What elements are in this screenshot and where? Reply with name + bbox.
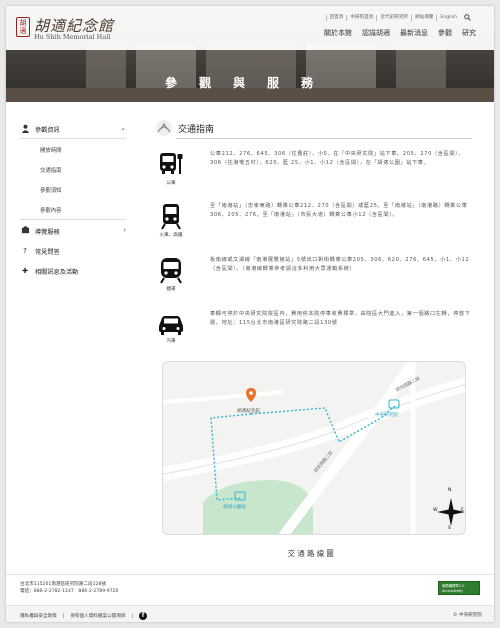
route-map[interactable]: 胡適紀念館 中央研究院 胡適公園站 研究院路二段 研究院路二段 N S W E <box>162 361 466 535</box>
sidebar: 參觀資訊 ⌄ 開放時間 交通指南 參觀須知 參觀內容 導覽服務 › ? 常見問答… <box>6 102 136 574</box>
transport-description: 至「南港站」（忠孝東路）轉乘公車212、270（含區間）或藍25。至「南港站」（… <box>210 203 468 218</box>
train-icon <box>161 204 181 230</box>
sidebar-section-guide[interactable]: 導覽服務 › <box>20 224 126 238</box>
footer-link-privacy[interactable]: 隱私權與安全政策 <box>20 613 57 619</box>
page-header: 交通指南 <box>152 114 472 140</box>
utility-link-history[interactable]: 近代史研究所 <box>376 15 411 21</box>
question-icon: ? <box>23 247 27 255</box>
top-bar: 胡適 胡適紀念館 Hu Shih Memorial Hall 回首頁 中研院首頁… <box>6 6 494 50</box>
nav-news[interactable]: 最新消息 <box>400 28 428 38</box>
transport-metro: 捷運 板南線或文湖線「南港展覽館站」5號出口對街轉乘公車205、306、620、… <box>152 256 472 302</box>
logo-english: Hu Shih Memorial Hall <box>34 33 111 41</box>
footer-phone: 電話：886-2-2782-1147 886-2-2789-9720 <box>20 589 119 594</box>
divider: | <box>131 613 134 619</box>
map-caption: 交通路線圖 <box>287 549 337 558</box>
logo-seal: 胡適 <box>16 17 30 37</box>
hero-title: 參觀與服務 <box>164 76 335 90</box>
map-label-academia: 中央研究院 <box>375 413 398 418</box>
site-logo[interactable]: 胡適 胡適紀念館 Hu Shih Memorial Hall <box>16 15 126 43</box>
utility-link-academia[interactable]: 中研院首頁 <box>346 15 376 21</box>
footer-links: 隱私權與安全政策 | 保有個人資料檔案公開項目 | f <box>20 612 148 620</box>
main-nav: 關於本館 認識胡適 最新消息 參觀 研究 <box>324 28 476 38</box>
footer-address: 台北市115201南港區研究院路二段128號 <box>20 582 107 587</box>
sidebar-section-label: 相關訊息及活動 <box>35 268 79 276</box>
transport-description: 板南線或文湖線「南港展覽館站」5號出口對街轉乘公車205、306、620、276… <box>210 257 470 272</box>
map-label-hall: 胡適紀念館 <box>237 409 260 414</box>
transport-description: 公車212、276、645、306（往舊莊）、小5、在「中央研究院」站下車。20… <box>210 151 465 166</box>
plus-icon: ✚ <box>22 267 28 275</box>
route-map-drawing <box>163 362 465 534</box>
compass-east: E <box>461 508 464 513</box>
compass-north: N <box>448 488 452 493</box>
transport-car: 汽車 車輛可停於中央研究院院區內，費用依本院停車收費標準，由院區大門進入，第一個… <box>152 310 472 350</box>
sidebar-section-faq[interactable]: ? 常見問答 <box>20 244 126 258</box>
car-icon <box>159 316 183 335</box>
badge-line: Accessibility <box>442 588 463 593</box>
chevron-down-icon[interactable]: ⌄ <box>120 124 126 132</box>
page-title: 交通指南 <box>178 125 215 135</box>
footer-link-personal-data[interactable]: 保有個人資料檔案公開項目 <box>70 613 125 619</box>
transport-label: 捷運 <box>166 287 176 292</box>
metro-icon <box>160 258 182 284</box>
transport-label: 汽車 <box>166 339 176 344</box>
footer: 台北市115201南港區研究院路二段128號 電話：886-2-2782-114… <box>6 574 494 622</box>
accessibility-badge[interactable]: 無障礙標章2.0 Accessibility <box>438 581 480 595</box>
nav-about[interactable]: 關於本館 <box>324 28 352 38</box>
sidebar-item-notes[interactable]: 參觀須知 <box>40 186 62 194</box>
utility-nav: 回首頁 中研院首頁 近代史研究所 網站導覽 English <box>325 14 474 22</box>
sidebar-section-label: 常見問答 <box>35 248 60 256</box>
page-frame: 參觀與服務 胡適 胡適紀念館 Hu Shih Memorial Hall 回首頁… <box>6 6 494 622</box>
map-label-park: 胡適公園站 <box>223 505 246 510</box>
sidebar-section-events[interactable]: ✚ 相關訊息及活動 <box>20 264 126 278</box>
compass-west: W <box>433 508 438 513</box>
decorative-mark-icon <box>156 120 172 136</box>
transport-label: 公車 <box>166 181 176 186</box>
footer-links-bar: 隱私權與安全政策 | 保有個人資料檔案公開項目 | f © 中央研究院 <box>6 605 494 622</box>
divider: | <box>62 613 65 619</box>
utility-link-sitemap[interactable]: 網站導覽 <box>411 15 436 21</box>
divider <box>20 219 126 220</box>
transport-description: 車輛可停於中央研究院院區內，費用依本院停車收費標準，由院區大門進入，第一個路口左… <box>210 311 471 326</box>
nav-visit[interactable]: 參觀 <box>438 28 452 38</box>
transport-label: 火車、高鐵 <box>159 233 183 238</box>
nav-research[interactable]: 研究 <box>462 28 476 38</box>
facebook-icon[interactable]: f <box>139 612 148 620</box>
copyright: © 中央研究院 <box>452 613 482 618</box>
transport-train: 火車、高鐵 至「南港站」（忠孝東路）轉乘公車212、270（含區間）或藍25。至… <box>152 202 472 246</box>
sidebar-section-visit-info[interactable]: 參觀資訊 ⌄ <box>20 122 126 136</box>
sidebar-item-transport[interactable]: 交通指南 <box>40 166 62 174</box>
divider <box>20 138 126 139</box>
footer-contact: 台北市115201南港區研究院路二段128號 電話：886-2-2782-114… <box>20 581 118 595</box>
nav-hushih[interactable]: 認識胡適 <box>362 28 390 38</box>
sidebar-section-label: 參觀資訊 <box>35 126 60 134</box>
scholar-icon <box>20 124 30 135</box>
guide-icon <box>20 225 30 237</box>
search-icon[interactable] <box>460 14 474 22</box>
bus-icon <box>160 153 183 174</box>
compass-south: S <box>448 526 451 531</box>
sidebar-item-hours[interactable]: 開放時間 <box>40 146 62 154</box>
utility-link-home[interactable]: 回首頁 <box>325 15 347 21</box>
utility-link-english[interactable]: English <box>436 15 460 21</box>
transport-bus: 公車 公車212、276、645、306（往舊莊）、小5、在「中央研究院」站下車… <box>152 150 472 190</box>
title-underline <box>176 138 472 139</box>
chevron-right-icon[interactable]: › <box>123 226 126 234</box>
sidebar-item-content[interactable]: 參觀內容 <box>40 206 62 214</box>
sidebar-section-label: 導覽服務 <box>35 228 60 236</box>
